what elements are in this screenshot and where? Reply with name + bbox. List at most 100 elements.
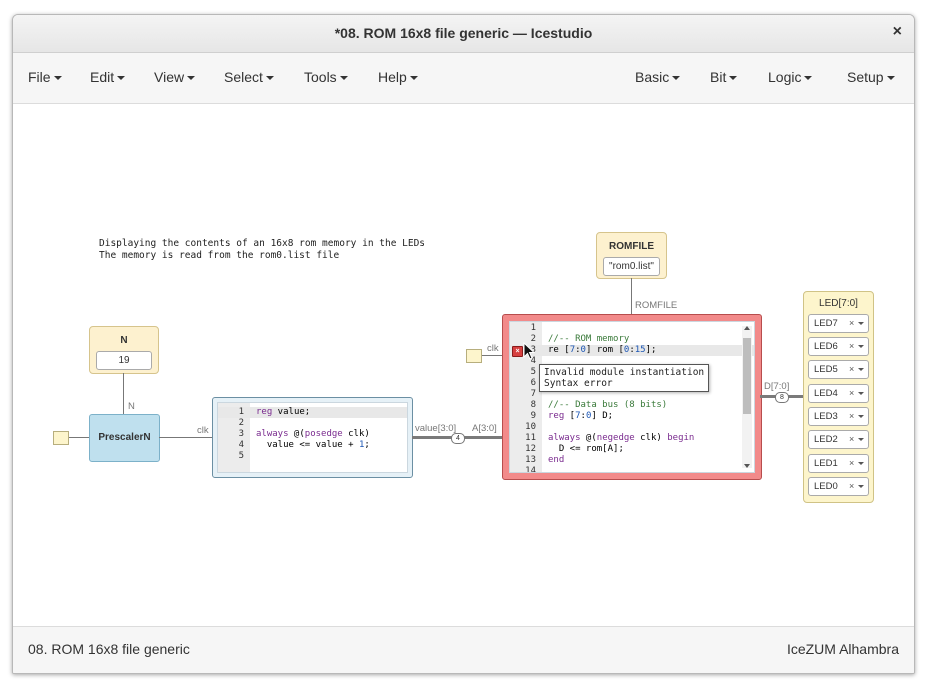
menu-help[interactable]: Help [378, 69, 418, 85]
wire-n [123, 373, 124, 414]
clear-icon[interactable]: × [849, 455, 854, 472]
menu-tools[interactable]: Tools [304, 69, 348, 85]
chevron-down-icon[interactable] [858, 415, 864, 418]
title-bar: *08. ROM 16x8 file generic — Icestudio × [13, 15, 914, 53]
clear-icon[interactable]: × [849, 385, 854, 402]
menu-file[interactable]: File [28, 69, 62, 85]
chevron-down-icon[interactable] [858, 345, 864, 348]
menu-edit-label: Edit [90, 69, 115, 85]
info-comment[interactable]: Displaying the contents of an 16x8 rom m… [99, 238, 425, 262]
menu-logic[interactable]: Logic [768, 69, 813, 85]
line-number: 11 [525, 433, 536, 443]
prescaler-block[interactable]: PrescalerN [89, 414, 160, 462]
code-line: 11 always @(negedge clk) begin [510, 433, 754, 444]
menu-select-label: Select [224, 69, 263, 85]
bus-width-badge: 8 [775, 392, 789, 403]
code-text: reg [7:0] D; [548, 411, 614, 421]
led-pin-select[interactable]: LED7 × [808, 314, 869, 333]
code-line: 3 always @(posedge clk) [218, 429, 407, 440]
chevron-down-icon[interactable] [858, 392, 864, 395]
constant-n-block[interactable]: N 19 [89, 326, 159, 374]
led-pin-label: LED6 [814, 341, 838, 352]
rom-scrollbar[interactable] [742, 326, 752, 468]
romfile-constant-block[interactable]: ROMFILE "rom0.list" [596, 232, 667, 279]
rom-code-editor[interactable]: 1 2//-- ROM memory 3 re [7:0] rom [0:15];… [509, 321, 755, 473]
code-line: 3 re [7:0] rom [0:15]; [510, 345, 754, 356]
board-name[interactable]: IceZUM Alhambra [787, 641, 899, 657]
bus-width-badge: 4 [451, 433, 465, 444]
code-line: 1 reg value; [218, 407, 407, 418]
clear-icon[interactable]: × [849, 431, 854, 448]
status-bar: 08. ROM 16x8 file generic IceZUM Alhambr… [13, 626, 914, 673]
led-pin-label: LED0 [814, 481, 838, 492]
led-pin-select[interactable]: LED3 × [808, 407, 869, 426]
menu-basic-label: Basic [635, 69, 670, 85]
mouse-cursor-icon [523, 342, 536, 360]
menu-view[interactable]: View [154, 69, 196, 85]
romfile-name: ROMFILE [609, 241, 654, 252]
scroll-up-icon[interactable] [744, 326, 750, 330]
clear-icon[interactable]: × [849, 408, 854, 425]
led-pin-select[interactable]: LED5 × [808, 360, 869, 379]
menu-bit-label: Bit [710, 69, 727, 85]
code-text: //-- ROM memory [548, 334, 630, 344]
led-pin-label: LED2 [814, 434, 838, 445]
clear-icon[interactable]: × [849, 338, 854, 355]
menu-view-label: View [154, 69, 185, 85]
menu-file-label: File [28, 69, 51, 85]
code-line: 12 D <= rom[A]; [510, 444, 754, 455]
wire-clk-in [69, 437, 89, 438]
menu-edit[interactable]: Edit [90, 69, 126, 85]
menu-basic[interactable]: Basic [635, 69, 681, 85]
led-pin-select[interactable]: LED0 × [808, 477, 869, 496]
error-tooltip: Invalid module instantiation Syntax erro… [539, 364, 710, 392]
menu-tools-label: Tools [304, 69, 337, 85]
design-canvas[interactable]: Displaying the contents of an 16x8 rom m… [13, 104, 914, 625]
counter-clk-label: clk [197, 425, 209, 436]
scroll-down-icon[interactable] [744, 464, 750, 468]
close-icon[interactable]: × [893, 23, 902, 41]
rom-clk-label: clk [487, 343, 499, 354]
led-pin-select[interactable]: LED6 × [808, 337, 869, 356]
chevron-down-icon [804, 76, 813, 81]
project-name: 08. ROM 16x8 file generic [28, 641, 190, 657]
window-title: *08. ROM 16x8 file generic — Icestudio [334, 25, 593, 41]
chevron-down-icon[interactable] [858, 485, 864, 488]
rom-code-block[interactable]: 1 2//-- ROM memory 3 re [7:0] rom [0:15];… [502, 314, 762, 480]
menu-bit[interactable]: Bit [710, 69, 738, 85]
clear-icon[interactable]: × [849, 361, 854, 378]
chevron-down-icon[interactable] [858, 438, 864, 441]
chevron-down-icon [265, 76, 274, 81]
menu-setup[interactable]: Setup [847, 69, 895, 85]
line-number: 5 [530, 367, 536, 377]
chevron-down-icon[interactable] [858, 462, 864, 465]
led-pin-label: LED7 [814, 318, 838, 329]
clear-icon[interactable]: × [849, 315, 854, 332]
constant-n-name: N [120, 335, 128, 346]
menu-logic-label: Logic [768, 69, 802, 85]
led-output-block[interactable]: LED[7:0] LED7 × LED6 × LED5 × LED4 × LED3 × L… [803, 291, 874, 503]
clear-icon[interactable]: × [849, 478, 854, 495]
romfile-port-label: ROMFILE [635, 300, 678, 311]
scroll-thumb[interactable] [743, 338, 751, 414]
line-number: 14 [525, 466, 536, 473]
constant-n-value[interactable]: 19 [96, 351, 152, 370]
code-text: //-- Data bus (8 bits) [548, 400, 668, 410]
line-number: 12 [525, 444, 536, 454]
chevron-down-icon[interactable] [858, 368, 864, 371]
chevron-down-icon[interactable] [858, 322, 864, 325]
led-pin-select[interactable]: LED1 × [808, 454, 869, 473]
clk-input-port[interactable] [53, 431, 69, 445]
romfile-value[interactable]: "rom0.list" [603, 257, 660, 276]
led-pin-select[interactable]: LED2 × [808, 430, 869, 449]
counter-code-editor[interactable]: 1 reg value; 2 3 always @(posedge clk) 4 v… [217, 402, 408, 473]
code-text: always @(posedge clk) [256, 429, 370, 439]
chevron-down-icon [886, 76, 895, 81]
menu-select[interactable]: Select [224, 69, 274, 85]
rom-clk-input-port[interactable] [466, 349, 482, 363]
led-pin-select[interactable]: LED4 × [808, 384, 869, 403]
code-text: reg value; [256, 407, 311, 417]
line-number: 4 [238, 440, 244, 450]
counter-code-block[interactable]: 1 reg value; 2 3 always @(posedge clk) 4 v… [212, 397, 413, 478]
error-icon[interactable]: × [512, 346, 523, 357]
